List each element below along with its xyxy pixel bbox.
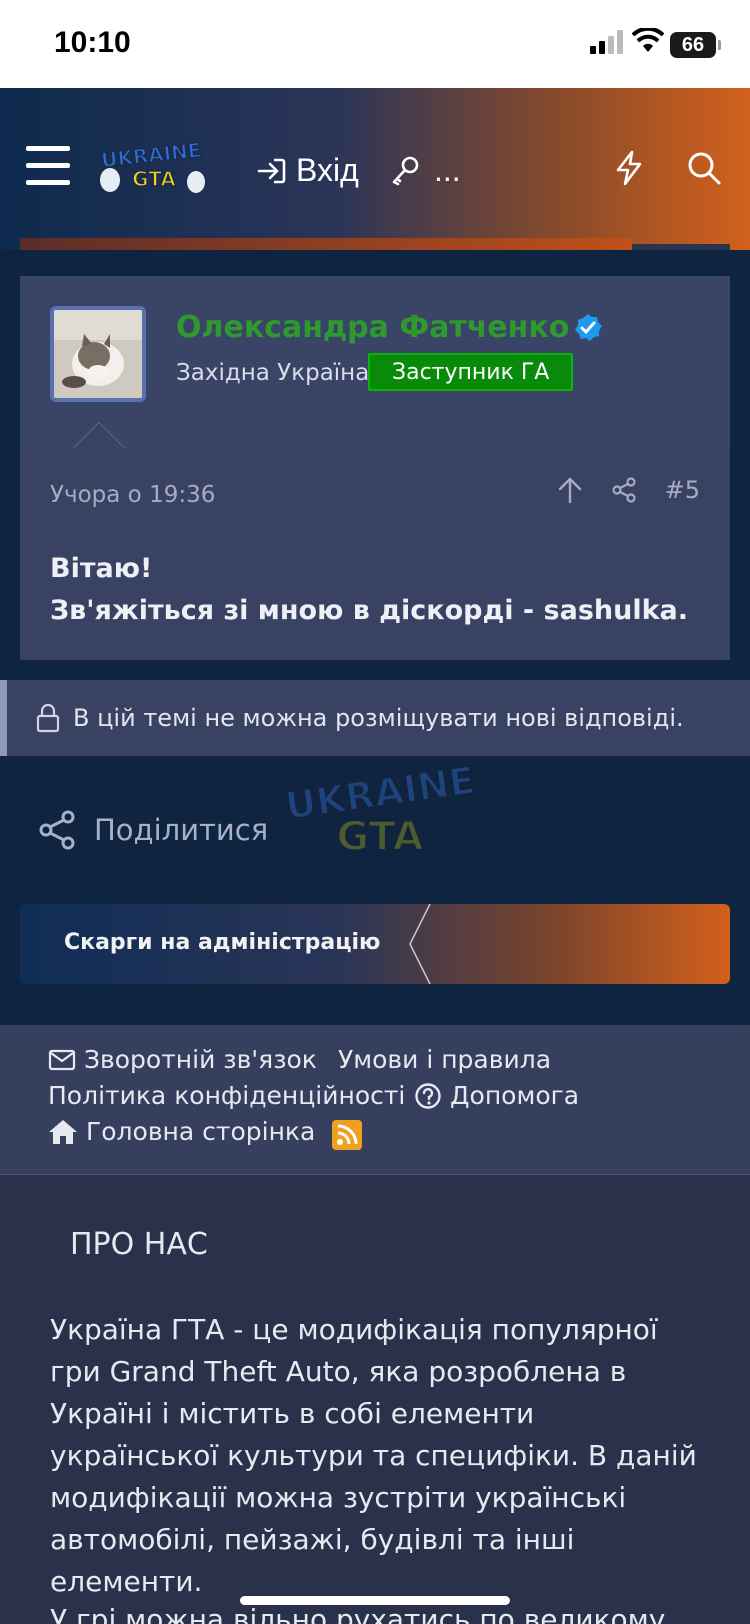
lightning-icon[interactable]	[614, 150, 644, 186]
login-icon	[257, 158, 286, 183]
search-icon[interactable]	[686, 150, 722, 186]
share-icon[interactable]	[611, 477, 637, 503]
svg-text:GTA: GTA	[336, 814, 423, 860]
menu-icon[interactable]	[26, 146, 70, 197]
role-badge: Заступник ГА	[368, 353, 574, 391]
privacy-label: Політика конфіденційності	[48, 1081, 406, 1110]
notice-text: В цій темі не можна розміщувати нові від…	[73, 704, 684, 732]
share-label: Поділитися	[94, 813, 269, 847]
post-text-line: Вітаю!	[50, 553, 153, 584]
help-link[interactable]: Допомога	[414, 1081, 579, 1110]
post-number[interactable]: #5	[665, 476, 700, 504]
locked-thread-notice: В цій темі не можна розміщувати нові від…	[0, 680, 750, 756]
username: Олександра Фатченко	[176, 310, 570, 345]
breadcrumb-label: Скарги на адміністрацію	[64, 930, 381, 955]
post-date[interactable]: Учора о 19:36	[50, 482, 215, 508]
wifi-icon	[632, 28, 664, 52]
arrow-up-icon[interactable]	[557, 476, 583, 504]
svg-text:GTA: GTA	[132, 167, 176, 191]
privacy-link[interactable]: Політика конфіденційності	[48, 1081, 405, 1110]
terms-label: Умови і правила	[338, 1045, 552, 1074]
home-indicator[interactable]	[240, 1596, 510, 1605]
about-section: ПРО НАС Україна ГТА - це модифікація поп…	[0, 1175, 750, 1624]
lock-icon	[36, 703, 60, 733]
header-accent-bar	[20, 238, 632, 250]
logo[interactable]: UKRAINE GTA	[96, 134, 208, 200]
rss-icon[interactable]	[332, 1120, 362, 1150]
about-title: ПРО НАС	[70, 1227, 208, 1262]
home-label: Головна сторінка	[86, 1117, 316, 1146]
login-label: Вхід	[296, 152, 359, 188]
contact-label: Зворотній зв'язок	[84, 1045, 317, 1074]
battery-icon: 66	[670, 32, 721, 58]
terms-link[interactable]: Умови і правила	[338, 1045, 551, 1074]
logo-watermark: UKRAINE GTA	[282, 762, 479, 861]
share-button[interactable]: Поділитися	[38, 810, 268, 850]
post-actions: #5	[557, 476, 700, 504]
header-accent-bar-tail	[632, 244, 730, 250]
login-link[interactable]: Вхід	[256, 152, 359, 189]
status-time: 10:10	[54, 26, 131, 59]
home-icon	[49, 1119, 77, 1144]
home-link[interactable]: Головна сторінка	[48, 1117, 315, 1146]
user-location: Західна Україна	[176, 360, 370, 386]
signal-icon	[590, 30, 623, 54]
question-circle-icon	[415, 1082, 441, 1109]
help-label: Допомога	[450, 1081, 580, 1110]
contact-link[interactable]: Зворотній зв'язок	[48, 1045, 317, 1074]
register-label: ...	[434, 152, 461, 188]
envelope-icon	[48, 1049, 76, 1070]
register-link[interactable]: ...	[390, 152, 461, 189]
share-icon	[39, 810, 75, 850]
post-user-block: Олександра Фатченко Західна Україна Заст…	[20, 276, 730, 448]
post-text-line: Зв'яжіться зі мною в діскорді - sashulka…	[50, 595, 689, 626]
post-text: Вітаю! Зв'яжіться зі мною в діскорді - s…	[50, 548, 688, 632]
about-text: Україна ГТА - це модифікація популярної …	[50, 1313, 697, 1598]
username-link[interactable]: Олександра Фатченко	[176, 310, 603, 345]
chevron-left-icon	[409, 904, 431, 984]
breadcrumb[interactable]: Скарги на адміністрацію	[20, 904, 730, 984]
cat-avatar-image	[54, 310, 142, 398]
post-message: Олександра Фатченко Західна Україна Заст…	[20, 276, 730, 660]
status-bar: 10:10 66	[0, 0, 750, 88]
site-header: UKRAINE GTA Вхід ...	[0, 88, 750, 250]
post-body: Учора о 19:36 #5 Вітаю! Зв'яжіться зі мн…	[20, 448, 730, 660]
key-icon	[392, 156, 419, 185]
footer-links: Зворотній зв'язок Умови і правила Політи…	[0, 1025, 750, 1175]
verified-icon	[575, 313, 603, 341]
avatar[interactable]	[50, 306, 146, 402]
